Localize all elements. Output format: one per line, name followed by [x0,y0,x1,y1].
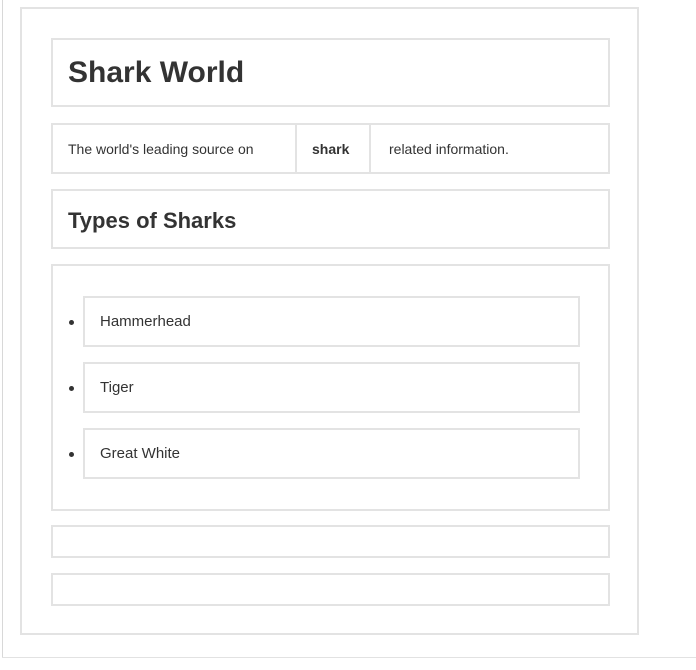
tagline-keyword: shark [312,140,350,157]
list-item-great-white: Great White [83,428,580,479]
shark-list: Hammerhead Tiger Great White [51,264,610,511]
list-bullet [69,320,74,325]
list-item-label: Great White [100,445,181,462]
empty-panel [51,573,610,606]
page-title: Shark World [68,56,245,89]
tagline-divider [369,125,371,172]
viewport-left-border [2,0,3,658]
section-heading: Types of Sharks [68,208,237,233]
list-item-hammerhead: Hammerhead [83,296,580,347]
list-bullet [69,386,74,391]
tagline-text-end: related information. [389,140,509,157]
header-panel: Shark World [51,38,610,107]
list-item-label: Hammerhead [100,313,191,330]
viewport-bottom-border [2,657,696,658]
section-header-panel: Types of Sharks [51,189,610,249]
list-item-label: Tiger [100,379,134,396]
tagline-panel: The world's leading source on shark rela… [51,123,610,174]
list-item-tiger: Tiger [83,362,580,413]
tagline-divider [295,125,297,172]
list-bullet [69,452,74,457]
empty-panel [51,525,610,558]
tagline-text-start: The world's leading source on [68,140,254,157]
